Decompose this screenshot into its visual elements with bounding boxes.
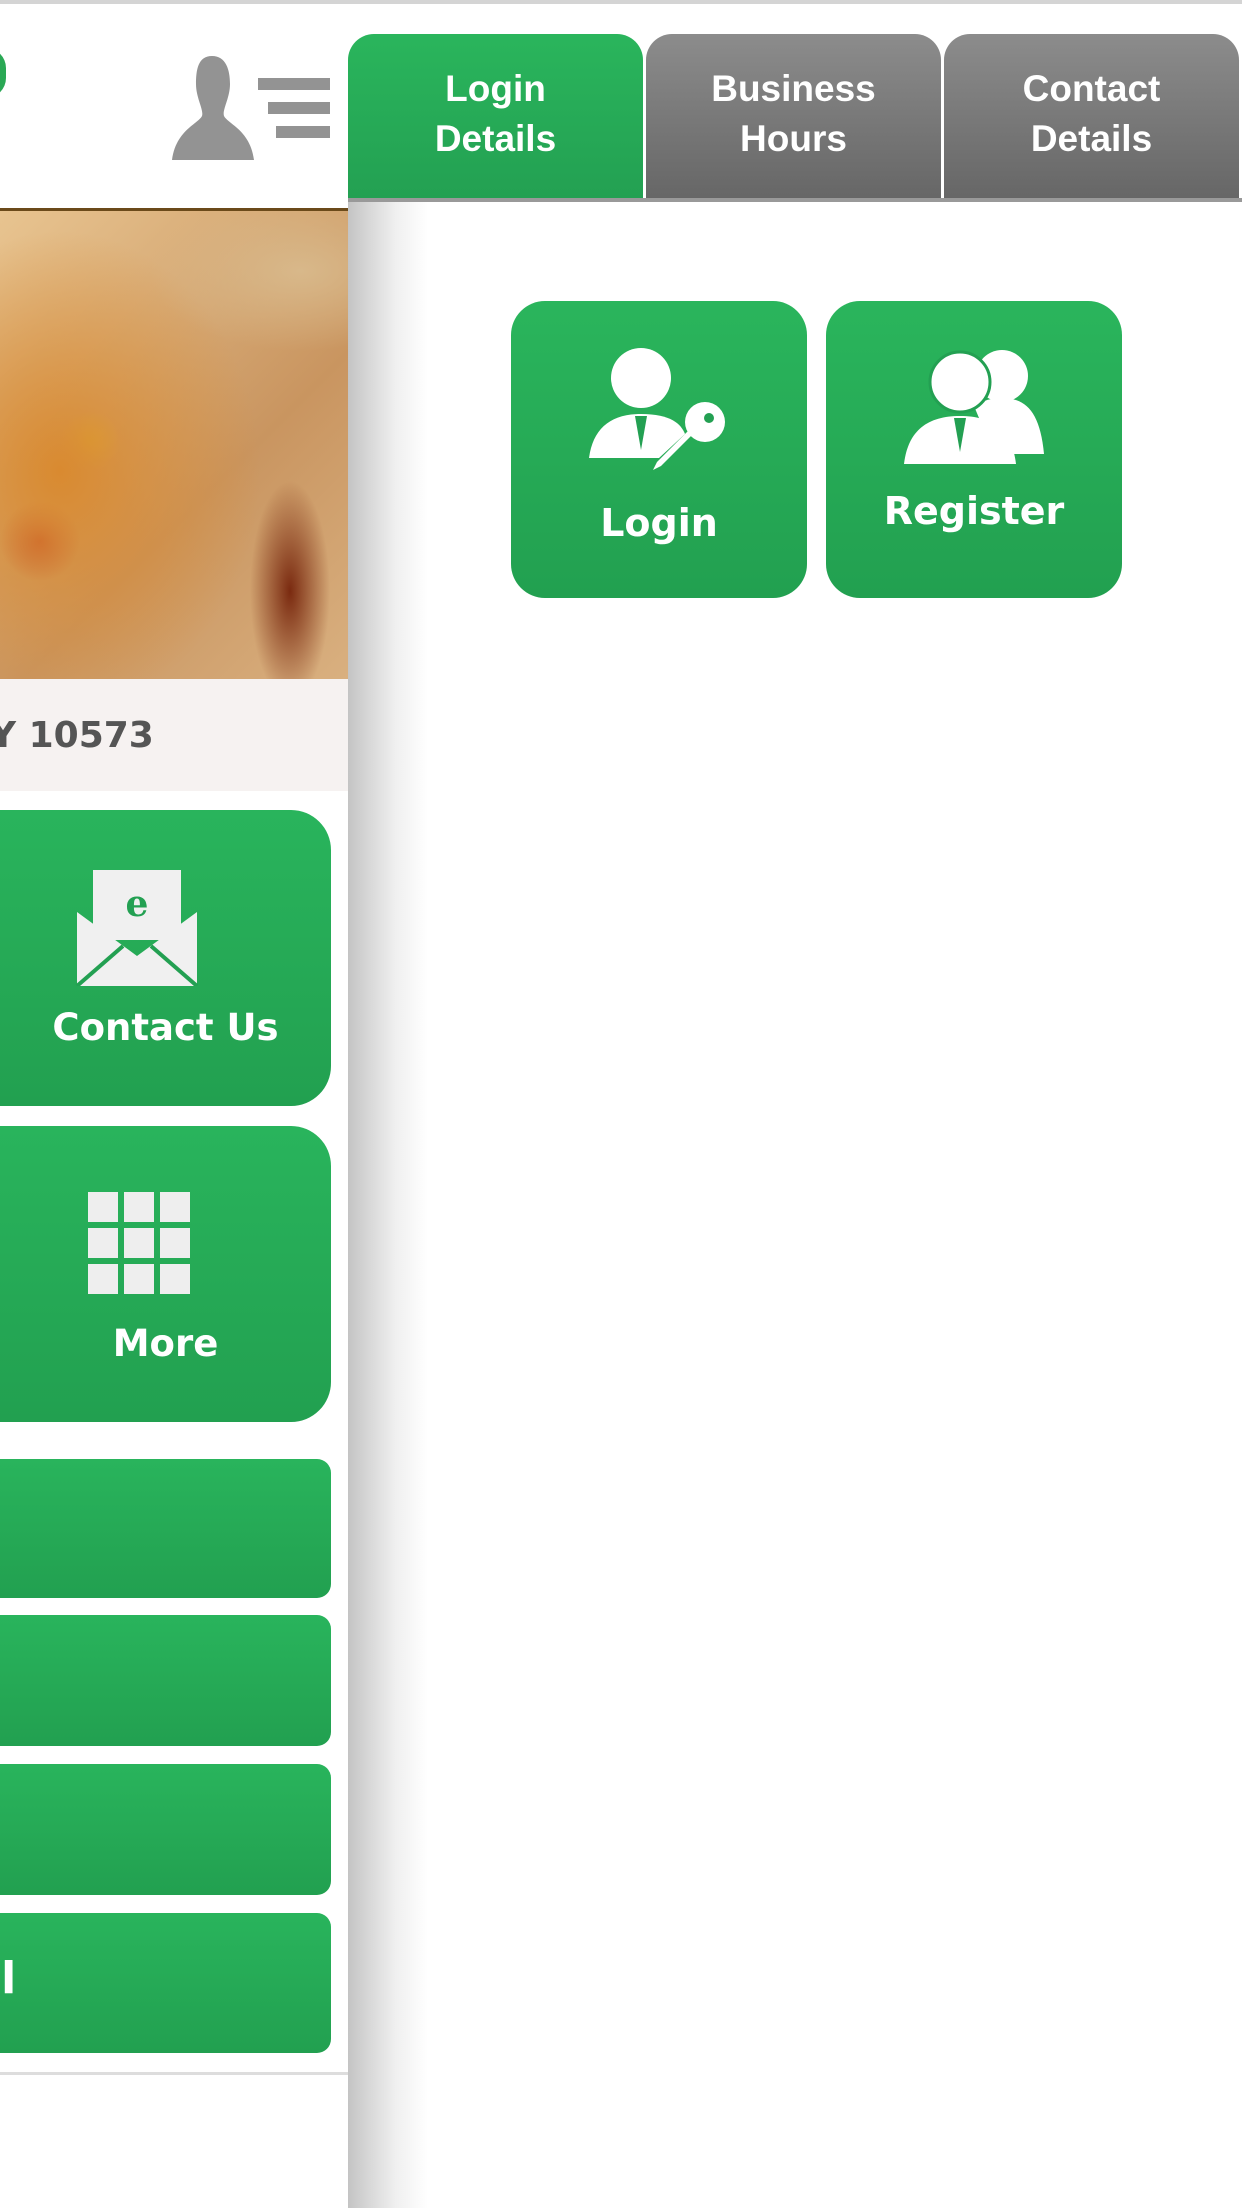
contact-us-label: Contact Us (52, 1006, 279, 1049)
tab-label: Contact (1022, 68, 1161, 109)
address-text: Y 10573 (0, 715, 154, 756)
email-envelope-icon: e (75, 870, 199, 986)
tab-login-details[interactable]: Login Details (348, 34, 643, 200)
user-key-icon (589, 348, 725, 470)
register-label: Register (883, 489, 1065, 533)
tab-business-hours[interactable]: Business Hours (646, 34, 941, 200)
tab-label: Hours (740, 118, 847, 159)
side-menu-panel: Y 10573 e Contact Us More il (0, 4, 348, 2208)
users-icon (904, 350, 1044, 464)
login-label: Login (600, 501, 718, 545)
address-strip: Y 10573 (0, 679, 348, 791)
tab-underline (348, 198, 1242, 202)
profile-menu-icon[interactable] (172, 56, 332, 160)
login-button[interactable]: Login (511, 301, 807, 598)
more-label: More (112, 1322, 219, 1365)
tab-label: Details (434, 118, 557, 159)
panel-shadow (348, 200, 428, 2208)
menu-bar-button[interactable] (0, 1459, 331, 1598)
email-bar-button[interactable]: il (0, 1913, 331, 2053)
more-button[interactable]: More (0, 1126, 331, 1422)
register-button[interactable]: Register (826, 301, 1122, 598)
restaurant-banner-image (0, 208, 348, 679)
svg-text:e: e (126, 883, 149, 925)
tab-label: Business (711, 68, 876, 109)
tab-label: Login (445, 68, 546, 109)
contact-us-button[interactable]: e Contact Us (0, 810, 331, 1106)
menu-bar-label: il (0, 1953, 17, 2004)
grid-icon (88, 1192, 190, 1294)
menu-bar-button[interactable] (0, 1764, 331, 1895)
tab-contact-details[interactable]: Contact Details (944, 34, 1239, 200)
tab-label: Details (1030, 118, 1153, 159)
menu-bar-button[interactable] (0, 1615, 331, 1746)
divider (0, 2072, 348, 2075)
logo (0, 48, 6, 98)
